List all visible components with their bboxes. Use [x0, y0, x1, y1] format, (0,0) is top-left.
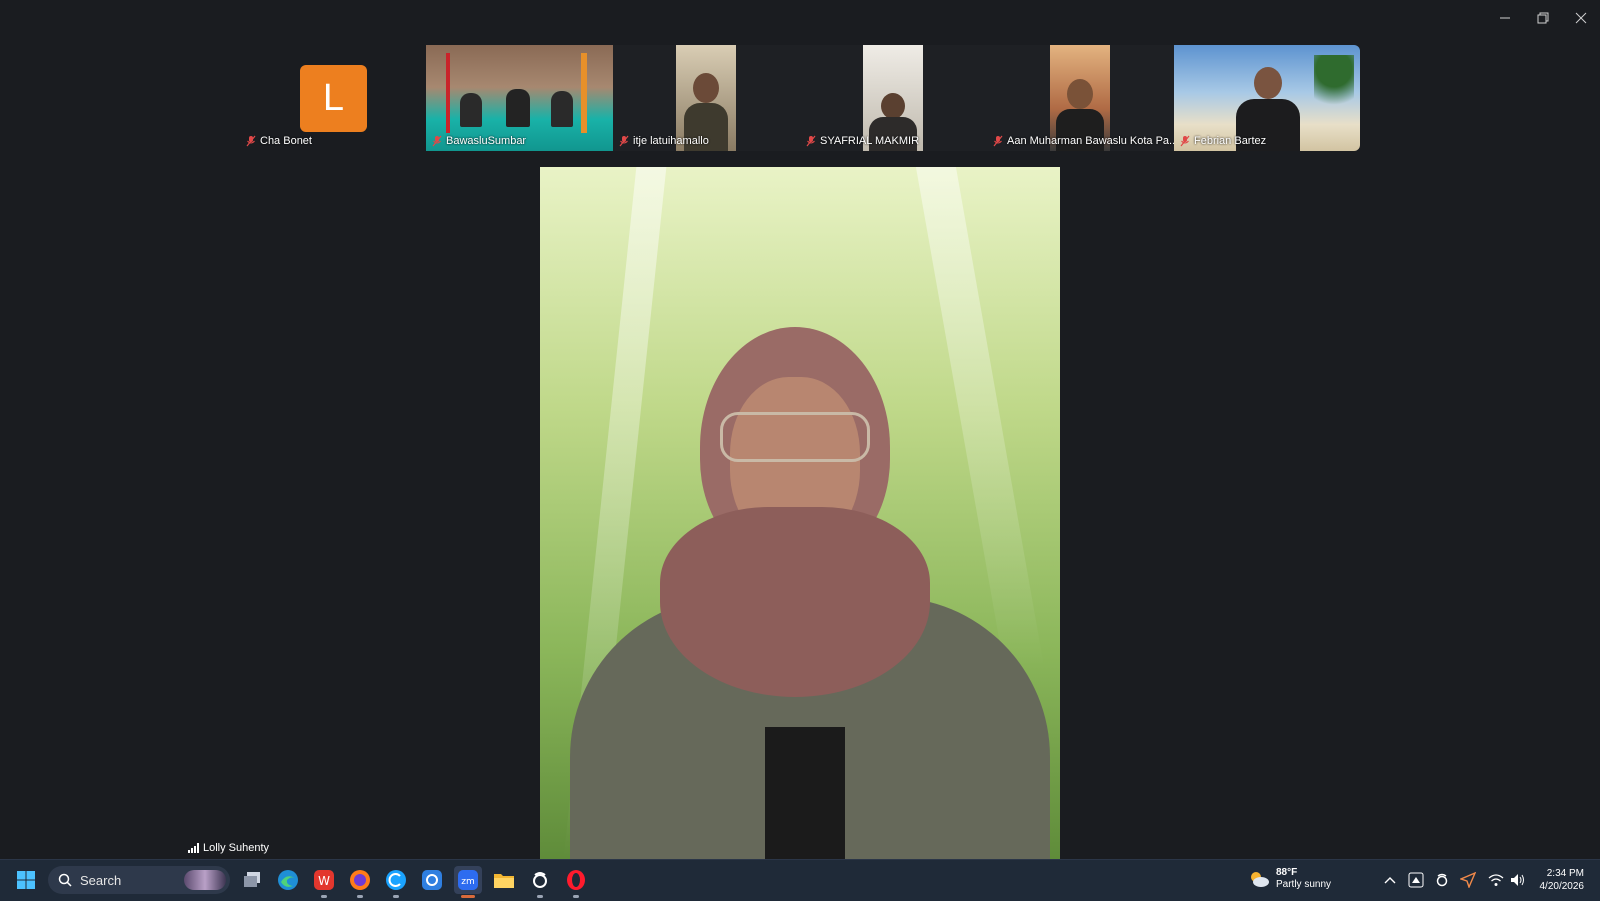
chevron-up-icon — [1384, 877, 1396, 884]
folder-icon — [494, 874, 514, 888]
svg-text:zm: zm — [461, 877, 475, 887]
close-icon — [1575, 12, 1587, 24]
minimize-button[interactable] — [1486, 6, 1524, 30]
wps-office-icon: W — [314, 870, 334, 890]
participant-tile[interactable]: itje latuihamallo — [613, 45, 800, 151]
running-indicator — [321, 895, 327, 898]
participant-label: SYAFRIAL MAKMIR — [806, 135, 919, 147]
remote-desktop-icon — [1408, 872, 1424, 888]
steam-icon — [533, 872, 547, 888]
system-clock[interactable]: 2:34 PM 4/20/2026 — [1540, 867, 1585, 893]
clock-time: 2:34 PM — [1546, 868, 1584, 879]
search-label: Search — [80, 872, 122, 888]
participant-label: Cha Bonet — [246, 135, 312, 147]
tray-steam-button[interactable] — [1432, 870, 1452, 890]
participant-name: Aan Muharman Bawaslu Kota Pa... — [1007, 135, 1174, 147]
active-speaker-video[interactable] — [540, 167, 1060, 859]
browser-icon — [386, 870, 406, 890]
speaker-icon — [1511, 874, 1524, 886]
browser-app[interactable] — [382, 866, 410, 898]
mic-muted-icon — [806, 135, 816, 147]
participant-name: Cha Bonet — [260, 135, 312, 147]
participant-label: Febrian Bartez — [1180, 135, 1266, 147]
window-controls — [1486, 6, 1600, 30]
participant-name: Febrian Bartez — [1194, 135, 1267, 147]
restore-icon — [1537, 12, 1549, 24]
sync-icon — [422, 870, 442, 890]
opera-icon — [567, 870, 585, 890]
taskbar: Search W zm 88°F Partly sunny 2:34 PM 4/… — [0, 859, 1600, 901]
active-speaker-label: Lolly Suhenty — [188, 842, 269, 854]
mic-muted-icon — [993, 135, 1003, 147]
wifi-icon — [1488, 874, 1504, 886]
participant-label: itje latuihamallo — [619, 135, 709, 147]
minimize-icon — [1500, 17, 1510, 19]
running-indicator — [537, 895, 543, 898]
participant-name: BawasluSumbar — [446, 135, 527, 147]
mic-muted-icon — [1180, 135, 1190, 147]
participant-label: Aan Muharman Bawaslu Kota Pa... — [993, 135, 1174, 147]
mic-muted-icon — [246, 135, 256, 147]
close-button[interactable] — [1562, 6, 1600, 30]
participant-tile[interactable]: L Cha Bonet — [240, 45, 426, 151]
location-arrow-icon — [1460, 872, 1476, 888]
tray-app-button[interactable] — [1406, 870, 1426, 890]
svg-text:W: W — [318, 874, 330, 888]
active-speaker-name: Lolly Suhenty — [203, 842, 270, 854]
participant-name: SYAFRIAL MAKMIR — [820, 135, 920, 147]
task-view-button[interactable] — [238, 866, 266, 894]
running-indicator — [393, 895, 399, 898]
taskbar-search[interactable]: Search — [48, 866, 230, 894]
partly-sunny-icon — [1251, 872, 1269, 887]
running-indicator — [357, 895, 363, 898]
task-view-icon — [244, 872, 260, 887]
zoom-window: L Cha Bonet BawasluSumbar itje latuihama… — [0, 0, 1600, 859]
firefox-icon — [350, 870, 370, 890]
windows-icon — [17, 871, 35, 889]
tray-overflow-button[interactable] — [1380, 870, 1400, 890]
participant-label: BawasluSumbar — [432, 135, 526, 147]
clock-date: 4/20/2026 — [1539, 881, 1585, 892]
participant-tile[interactable]: SYAFRIAL MAKMIR — [800, 45, 987, 151]
opera-app[interactable] — [562, 866, 590, 898]
mic-muted-icon — [619, 135, 629, 147]
firefox-app[interactable] — [346, 866, 374, 898]
running-indicator — [461, 895, 475, 898]
participant-tile[interactable]: BawasluSumbar — [426, 45, 613, 151]
file-explorer-app[interactable] — [490, 866, 518, 894]
participant-tile[interactable]: Febrian Bartez — [1174, 45, 1360, 151]
steam-app[interactable] — [526, 866, 554, 898]
mic-muted-icon — [432, 135, 442, 147]
weather-condition: Partly sunny — [1276, 879, 1332, 890]
participant-tile[interactable]: Aan Muharman Bawaslu Kota Pa... — [987, 45, 1174, 151]
sync-app[interactable] — [418, 866, 446, 894]
network-button[interactable] — [1486, 870, 1506, 890]
volume-button[interactable] — [1508, 870, 1528, 890]
weather-widget[interactable]: 88°F Partly sunny — [1248, 867, 1331, 891]
avatar: L — [300, 65, 367, 132]
edge-icon — [278, 870, 298, 890]
wps-app[interactable]: W — [310, 866, 338, 898]
search-highlight-image — [184, 870, 226, 890]
running-indicator — [573, 895, 579, 898]
search-icon — [58, 873, 72, 887]
start-button[interactable] — [12, 866, 40, 894]
steam-tray-icon — [1436, 873, 1448, 887]
tray-location-button[interactable] — [1458, 870, 1478, 890]
zoom-app[interactable]: zm — [454, 866, 482, 898]
participant-name: itje latuihamallo — [633, 135, 709, 147]
signal-strength-icon — [188, 843, 199, 853]
zoom-icon: zm — [458, 870, 478, 890]
restore-button[interactable] — [1524, 6, 1562, 30]
weather-temperature: 88°F — [1276, 867, 1298, 878]
edge-app[interactable] — [274, 866, 302, 894]
